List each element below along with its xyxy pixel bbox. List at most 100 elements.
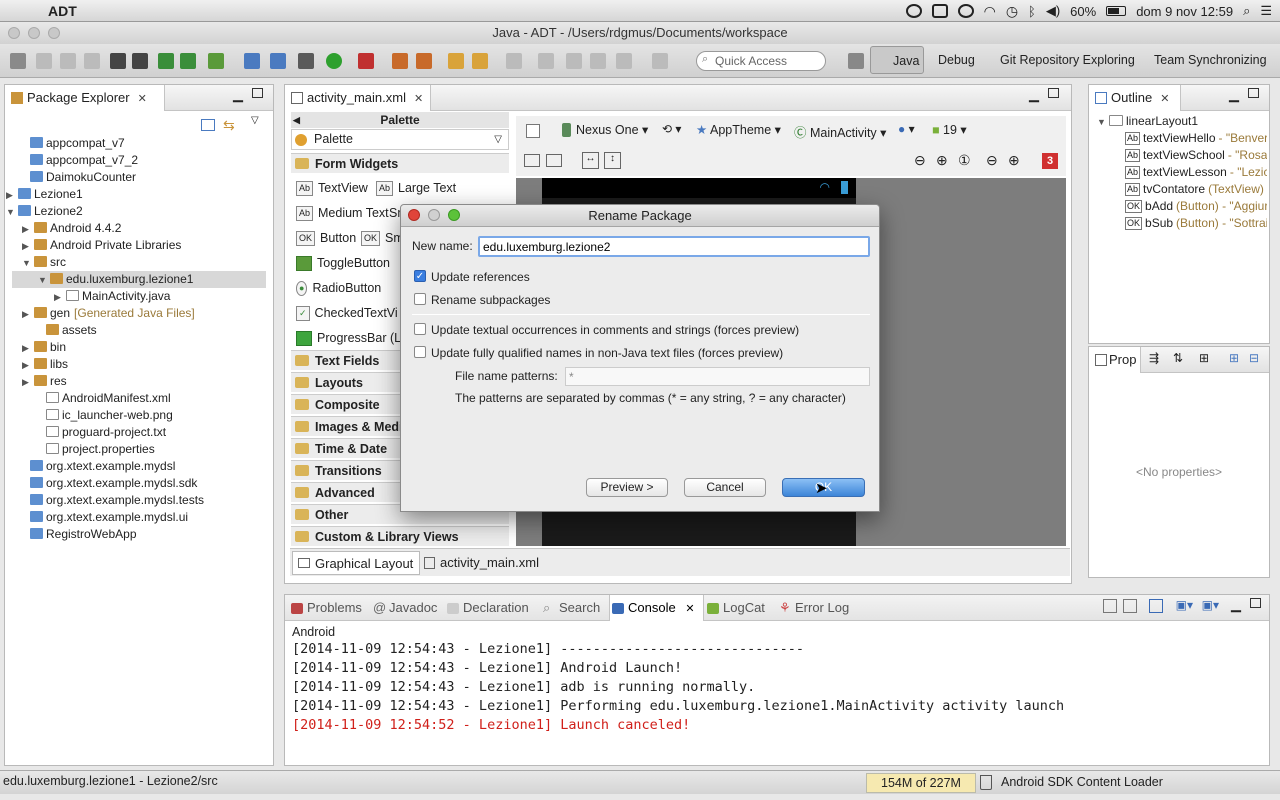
new-icon[interactable]	[10, 53, 26, 69]
zoom-real-icon[interactable]: ⊕	[936, 152, 948, 169]
wifi-icon[interactable]: ◠	[984, 3, 996, 20]
prev-annotation-icon[interactable]	[538, 53, 554, 69]
widget-small-button[interactable]: OK Sm	[361, 228, 404, 248]
perspective-git[interactable]: Git Repository Exploring	[982, 46, 1139, 74]
perspective-java[interactable]: Java	[870, 46, 925, 74]
close-icon[interactable]: ✕	[685, 603, 694, 615]
expand-icon[interactable]: ▶	[22, 221, 34, 238]
tree-item-pkg-mydsl-sdk[interactable]: org.xtext.example.mydsl.sdk	[18, 475, 197, 492]
debug-icon[interactable]	[298, 53, 314, 69]
new-java-project-icon[interactable]	[392, 53, 408, 69]
widget-progressbar[interactable]: __ ProgressBar (La	[296, 328, 408, 348]
rename-subpackages-checkbox[interactable]	[414, 293, 426, 305]
open-type-icon[interactable]	[448, 53, 464, 69]
outline-item[interactable]: Ab textViewHello - "Benver	[1125, 130, 1267, 147]
minimize-window-button[interactable]	[28, 27, 40, 39]
sort-icon[interactable]: ⇅	[1173, 351, 1183, 365]
tab-graphical-layout[interactable]: Graphical Layout	[292, 551, 421, 575]
upload-icon[interactable]	[110, 53, 126, 69]
tree-item-lib-private[interactable]: ▶ Android Private Libraries	[22, 237, 181, 254]
outline-item[interactable]: Ab tvContatore (TextView)	[1125, 181, 1267, 198]
heap-status[interactable]: 154M of 227M	[866, 773, 976, 793]
quick-access-input[interactable]: Quick Access	[696, 51, 826, 71]
tree-item-project-lezione2[interactable]: ▼ Lezione2	[6, 203, 83, 220]
device-select[interactable]: Nexus One ▾	[562, 122, 648, 137]
maximize-icon[interactable]	[1250, 598, 1261, 608]
collapse-all-icon[interactable]: ⊟	[1249, 351, 1259, 365]
tab-error-log[interactable]: ⚘ Error Log	[777, 595, 849, 621]
tree-item-folder-bin[interactable]: ▶ bin	[22, 339, 66, 356]
widget-button[interactable]: OK Button	[296, 228, 356, 248]
palette-select[interactable]: Palette ▽	[291, 129, 509, 150]
print-icon[interactable]	[84, 53, 100, 69]
tree-item-file-proguard[interactable]: proguard-project.txt	[34, 424, 166, 441]
minimize-icon[interactable]: ▁	[233, 87, 243, 103]
collapse-all-icon[interactable]	[201, 119, 215, 131]
outline-item[interactable]: Ab textViewSchool - "Rosa	[1125, 147, 1267, 164]
maximize-icon[interactable]	[1248, 88, 1259, 98]
toggle-orientation-icon[interactable]	[546, 154, 562, 167]
external-tools-icon[interactable]	[358, 53, 374, 69]
collapse-icon[interactable]: ▼	[22, 255, 34, 272]
tree-item-pkg-mydsl-tests[interactable]: org.xtext.example.mydsl.tests	[18, 492, 204, 509]
configuration-icon[interactable]	[526, 124, 540, 138]
tab-outline[interactable]: Outline ✕	[1089, 85, 1181, 111]
file-patterns-input[interactable]	[565, 367, 870, 386]
app-menu[interactable]: ADT	[48, 3, 77, 19]
preview-button[interactable]: Preview >	[586, 478, 668, 497]
minimize-icon[interactable]: ▁	[1229, 87, 1239, 103]
widget-textview[interactable]: Ab TextView	[296, 178, 368, 198]
search-tool-icon[interactable]	[472, 53, 488, 69]
zoom-window-button[interactable]	[48, 27, 60, 39]
zoom-out-icon[interactable]: ⊖	[986, 152, 998, 169]
next-annotation-icon[interactable]	[506, 53, 522, 69]
evernote-icon[interactable]	[931, 4, 948, 18]
minimize-icon[interactable]: ▁	[1029, 87, 1039, 103]
zoom-100-icon[interactable]: ①	[958, 152, 971, 169]
tree-item-pkg-mydsl[interactable]: org.xtext.example.mydsl	[18, 458, 175, 475]
expand-icon[interactable]: ▶	[54, 289, 66, 306]
volume-icon[interactable]: ◀)	[1046, 3, 1060, 19]
tree-item-lib-android[interactable]: ▶ Android 4.4.2	[22, 220, 121, 237]
expand-icon[interactable]: ▶	[22, 306, 34, 323]
tab-declaration[interactable]: Declaration	[445, 595, 529, 621]
widget-medium-text[interactable]: Ab Medium Text	[296, 203, 389, 223]
tree-item-pkg-appcompat2[interactable]: appcompat_v7_2	[18, 152, 138, 169]
update-textual-checkbox[interactable]	[414, 323, 426, 335]
outline-item[interactable]: OK bAdd (Button) - "Aggiur	[1125, 198, 1267, 215]
expand-icon[interactable]: ▶	[22, 357, 34, 374]
tree-item-folder-libs[interactable]: ▶ libs	[22, 356, 68, 373]
outline-item[interactable]: OK bSub (Button) - "Sottrai	[1125, 215, 1267, 232]
tree-item-pkg-mydsl-ui[interactable]: org.xtext.example.mydsl.ui	[18, 509, 188, 526]
tree-item-pkg-appcompat[interactable]: appcompat_v7	[18, 135, 125, 152]
tree-item-folder-gen[interactable]: ▶ gen [Generated Java Files]	[22, 305, 195, 322]
tab-xml-source[interactable]: activity_main.xml	[420, 551, 545, 575]
clear-console-icon[interactable]	[1103, 599, 1117, 613]
tree-item-folder-res[interactable]: ▶ res	[22, 373, 67, 390]
tab-activity-main[interactable]: activity_main.xml ✕	[285, 85, 431, 111]
widget-checkedtextview[interactable]: ✓ CheckedTextVi	[296, 303, 398, 323]
tree-item-package-lezione1[interactable]: ▼ edu.luxemburg.lezione1	[12, 271, 266, 288]
orientation-select[interactable]: ⟲ ▾	[662, 122, 681, 136]
dialog-close-button[interactable]	[408, 209, 420, 221]
dialog-minimize-button[interactable]	[428, 209, 440, 221]
history-icon[interactable]	[616, 53, 632, 69]
widget-radiobutton[interactable]: ● RadioButton	[296, 278, 381, 298]
outline-root[interactable]: ▼ linearLayout1	[1097, 113, 1198, 130]
maximize-icon[interactable]	[252, 88, 263, 98]
expand-icon[interactable]: ▶	[22, 238, 34, 255]
activity-select[interactable]: Ⓒ MainActivity ▾	[794, 122, 886, 141]
forward-icon[interactable]	[590, 53, 606, 69]
maximize-icon[interactable]	[1048, 88, 1059, 98]
tree-item-pkg-registro[interactable]: RegistroWebApp	[18, 526, 137, 543]
tree-icon[interactable]: ⇶	[1149, 351, 1159, 365]
dialog-zoom-button[interactable]	[448, 209, 460, 221]
palette-category-8[interactable]: Custom & Library Views	[291, 526, 509, 546]
link-with-editor-icon[interactable]: ⇆	[223, 117, 235, 134]
zoom-in-icon[interactable]: ⊕	[1008, 152, 1020, 169]
update-references-checkbox[interactable]: ✓	[414, 270, 426, 282]
collapse-icon[interactable]: ▼	[6, 204, 18, 221]
tab-search[interactable]: ⌕ Search	[541, 595, 600, 621]
notification-center-icon[interactable]: ☰	[1260, 3, 1272, 19]
view-menu-icon[interactable]: ▽	[251, 115, 259, 126]
